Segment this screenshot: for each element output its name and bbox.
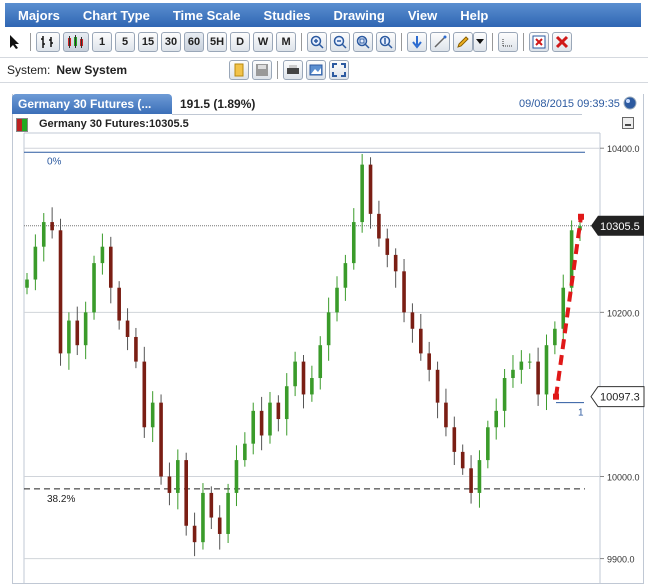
candle-body — [259, 410, 264, 436]
candle-body — [469, 468, 473, 493]
trendline[interactable] — [554, 216, 583, 397]
candle-body — [343, 263, 348, 288]
candle-body — [167, 476, 172, 493]
candle-body — [150, 402, 155, 428]
candle-body — [385, 238, 390, 255]
candle-body — [561, 287, 566, 329]
last-price-label: 10305.5 — [591, 215, 644, 236]
candle-body — [351, 222, 356, 264]
trendline-start-handle[interactable] — [553, 393, 559, 400]
candle-body — [393, 254, 398, 272]
candle-body — [176, 460, 180, 493]
y-tick-label: 9900.0 — [607, 555, 635, 565]
candle-body — [33, 246, 38, 280]
candle-body — [217, 517, 222, 534]
candle-body — [335, 287, 339, 313]
candle-body — [519, 361, 524, 370]
candle-body — [427, 353, 431, 370]
marker-price-label: 10097.3 — [590, 386, 645, 408]
candle-body — [184, 460, 188, 526]
candle-body — [435, 369, 440, 403]
candle-body — [494, 410, 499, 428]
candle-body — [377, 213, 381, 239]
candle-body — [460, 451, 465, 469]
fib-0-label: 0% — [47, 156, 62, 167]
price-chart[interactable]: 0% 38.2% 10400.0 10200.0 10000.0 9900.0 1 1… — [0, 0, 672, 583]
candle-body — [452, 427, 457, 452]
candle-body — [553, 328, 557, 346]
candle-body — [251, 410, 256, 444]
candle-body — [527, 361, 532, 363]
candle-body — [444, 402, 448, 428]
candle-body — [58, 230, 63, 354]
y-tick-label: 10200.0 — [607, 308, 640, 318]
y-tick-label: 10400.0 — [607, 144, 640, 154]
candle-body — [201, 492, 205, 543]
candle-body — [226, 492, 230, 534]
candle-body — [192, 525, 197, 543]
candle-body — [410, 312, 415, 329]
price-axis-ticks: 10400.0 10200.0 10000.0 9900.0 — [600, 144, 640, 565]
fib-382-label: 38.2% — [47, 494, 75, 505]
trendline-end-handle[interactable] — [578, 213, 584, 220]
candle-body — [544, 345, 549, 395]
candle-body — [159, 402, 163, 477]
candle-body — [209, 492, 214, 518]
candle-body — [318, 345, 323, 379]
candle-body — [234, 460, 239, 493]
candle-body — [276, 402, 281, 420]
candle-body — [243, 443, 247, 461]
candle-body — [293, 361, 297, 387]
candle-body — [125, 320, 130, 337]
candle-body — [502, 378, 507, 411]
candle-body — [75, 320, 80, 346]
price-grid — [24, 147, 600, 560]
candle-body — [419, 328, 423, 354]
last-price-text: 10305.5 — [600, 221, 640, 233]
candle-body — [477, 460, 482, 493]
candle-body — [486, 427, 490, 461]
candles — [25, 153, 582, 557]
candle-body — [117, 287, 121, 321]
candle-body — [83, 312, 88, 346]
candle-body — [25, 279, 29, 288]
candle-body — [326, 312, 331, 346]
candle-body — [134, 336, 138, 362]
candle-body — [268, 402, 272, 436]
candle-body — [511, 369, 515, 379]
candle-body — [41, 222, 46, 247]
candle-body — [142, 361, 147, 428]
candle-body — [67, 320, 71, 354]
candle-body — [368, 164, 373, 214]
candle-body — [50, 222, 54, 231]
candle-body — [108, 246, 113, 288]
marker-price-text: 10097.3 — [600, 392, 640, 404]
candle-body — [92, 263, 96, 313]
marker-count: 1 — [578, 408, 584, 419]
candle-body — [536, 361, 540, 395]
candle-body — [402, 271, 406, 313]
candle-body — [360, 164, 364, 223]
candle-body — [301, 361, 306, 395]
candle-body — [100, 246, 105, 264]
candle-body — [310, 378, 314, 395]
candle-body — [284, 386, 289, 420]
y-tick-label: 10000.0 — [607, 473, 640, 483]
trendline-annotation[interactable] — [553, 213, 584, 400]
